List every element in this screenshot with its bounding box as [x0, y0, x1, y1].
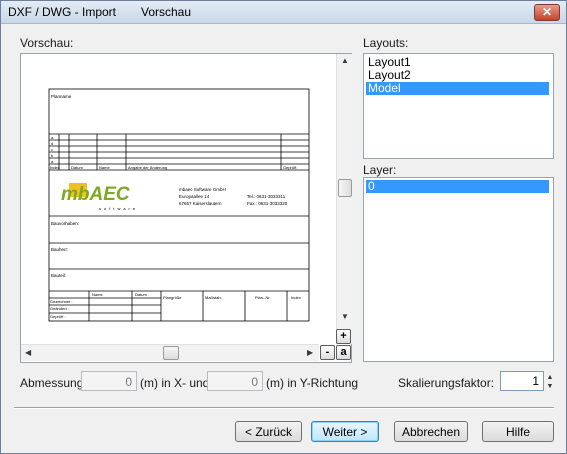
preview-horizontal-scrollbar[interactable]: ◀ ▶ [21, 344, 319, 361]
field-project: Bauvorhaben: [51, 221, 79, 226]
drawing-preview: Planname a d c b a Index Datum Name Anga… [29, 59, 339, 349]
rev-row-3: c [51, 147, 53, 152]
auto-zoom-icon: a [340, 346, 347, 358]
help-button[interactable]: Hilfe [482, 421, 554, 442]
company-tel: Tel.: 0631-3033311 [247, 194, 286, 199]
dimension-label: Abmessung: [20, 376, 87, 390]
company-fax: Fax.: 0631-3033320 [247, 201, 288, 206]
rev-header-date: Datum [71, 165, 83, 170]
zoom-auto-button[interactable]: a [336, 345, 351, 360]
layout-item-model[interactable]: Model [366, 82, 549, 95]
rev-header-change: Angabe der Änderung [128, 165, 167, 170]
plus-icon: + [340, 330, 347, 342]
logo-subtext: software [99, 206, 138, 211]
company-street: Europaallee 14 [179, 194, 210, 199]
dialog-title: DXF / DWG - Import [8, 5, 116, 19]
layer-label: Layer: [363, 163, 397, 177]
next-button[interactable]: Weiter > [311, 421, 379, 442]
title-block-drawing: Planname a d c b a Index Datum Name Anga… [48, 88, 310, 322]
bottom-row-checked: Geprüft : [50, 314, 66, 319]
close-icon: ✕ [541, 5, 553, 19]
plan-name-label: Planname [51, 94, 72, 99]
spin-up-icon[interactable]: ▲ [546, 373, 554, 382]
bottom-row-changed: Geändert : [50, 306, 69, 311]
field-owner: Bauherr: [51, 247, 68, 252]
cell-index: Index [291, 295, 301, 300]
company-city: 67657 Kaiserslautern [179, 201, 222, 206]
field-part: Bauteil: [51, 273, 66, 278]
mbaec-logo: mbAEC software [61, 183, 138, 211]
layer-list[interactable]: 0 [363, 177, 554, 362]
company-name: mbaec Software GmbH [179, 187, 226, 192]
close-button[interactable]: ✕ [534, 4, 560, 21]
cancel-button[interactable]: Abbrechen [394, 421, 468, 442]
dimension-x-field[interactable]: 0 [81, 371, 137, 391]
scroll-down-icon[interactable]: ▼ [341, 312, 349, 321]
bottom-header-date: Datum [135, 292, 147, 297]
scale-factor-input[interactable]: 1 [500, 371, 544, 391]
dialog-subtitle: Vorschau [141, 5, 192, 19]
dimension-y-field[interactable]: 0 [207, 371, 263, 391]
horizontal-scroll-thumb[interactable] [163, 346, 179, 360]
zoom-out-button[interactable]: - [320, 345, 335, 360]
preview-label: Vorschau: [20, 36, 74, 50]
footer-separator [14, 407, 554, 409]
scroll-right-icon[interactable]: ▶ [307, 348, 313, 357]
layer-item-0[interactable]: 0 [366, 180, 549, 193]
rev-row-5: a [51, 159, 54, 164]
scroll-left-icon[interactable]: ◀ [25, 348, 31, 357]
vertical-scroll-thumb[interactable] [338, 179, 352, 197]
rev-row-1: a [51, 135, 54, 140]
spin-down-icon[interactable]: ▼ [546, 382, 554, 391]
rev-header-index: Index [50, 165, 60, 170]
rev-header-name: Name [99, 165, 110, 170]
layouts-label: Layouts: [363, 36, 409, 50]
dimension-y-unit: (m) in Y-Richtung [266, 376, 359, 390]
cell-plan-size: Plangröße [163, 295, 182, 300]
cell-scale: Maßstab: [205, 295, 222, 300]
rev-row-2: d [51, 141, 53, 146]
bottom-header-name: Name [92, 292, 103, 297]
scroll-up-icon[interactable]: ▲ [341, 56, 349, 65]
logo-text: mbAEC [61, 184, 130, 205]
rev-header-checked: Geprüft [283, 165, 297, 170]
rev-row-4: b [51, 153, 54, 158]
minus-icon: - [325, 346, 330, 358]
import-dialog: DXF / DWG - Import Vorschau ✕ Vorschau: [0, 0, 567, 454]
zoom-in-button[interactable]: + [336, 329, 351, 344]
preview-vertical-scrollbar[interactable]: ▲ ▼ [336, 54, 352, 344]
back-button[interactable]: < Zurück [235, 421, 302, 442]
scale-factor-label: Skalierungsfaktor: [398, 376, 495, 390]
preview-pane[interactable]: Planname a d c b a Index Datum Name Anga… [20, 53, 352, 363]
dimension-x-unit: (m) in X- und [140, 376, 210, 390]
title-bar: DXF / DWG - Import Vorschau ✕ [1, 1, 566, 24]
cell-plan-no: Plan.-Nr. [255, 295, 271, 300]
layouts-list[interactable]: Layout1 Layout2 Model [363, 53, 554, 159]
bottom-row-drawn: Gezeichnet : [50, 299, 72, 304]
